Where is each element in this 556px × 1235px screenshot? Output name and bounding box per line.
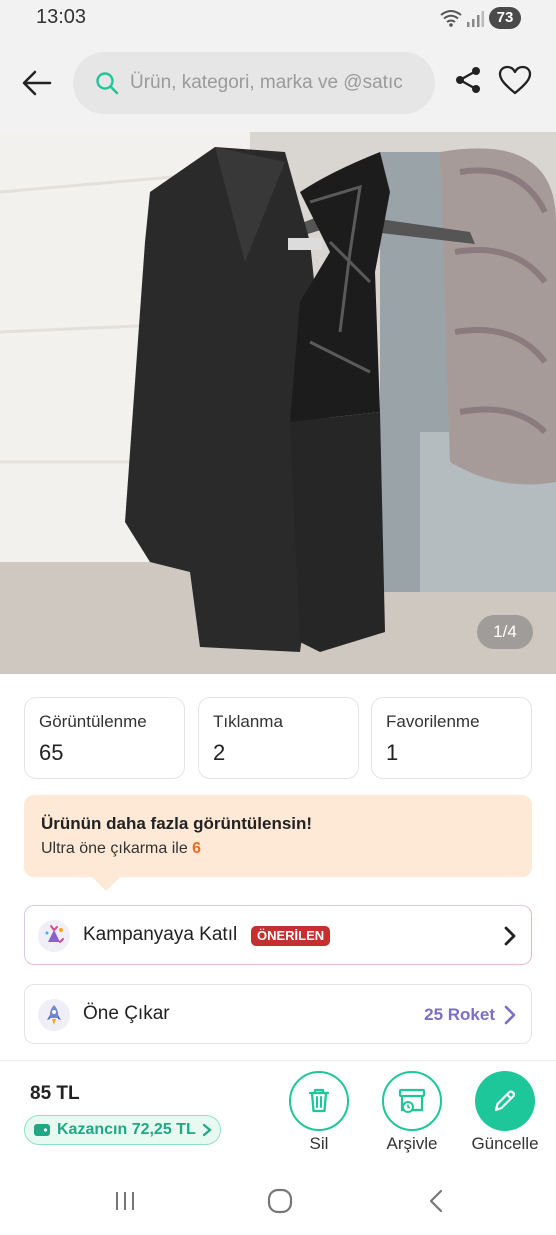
stat-card-favorites: Favorilenme 1	[371, 697, 532, 779]
bottom-action-bar: 85 TL Kazancın 72,25 TL Sil Arşivle Günc…	[0, 1060, 556, 1173]
pencil-icon	[494, 1090, 516, 1112]
promo-subtitle: Ultra öne çıkarma ile 6	[41, 840, 201, 858]
stat-label: Favorilenme	[386, 712, 480, 731]
search-placeholder: Ürün, kategori, marka ve @satıc	[130, 72, 403, 93]
stat-label: Görüntülenme	[39, 712, 147, 731]
rocket-cost: 25 Roket	[424, 1005, 495, 1024]
search-input[interactable]: Ürün, kategori, marka ve @satıc	[73, 52, 435, 114]
product-photo-image	[0, 132, 556, 674]
campaign-icon	[38, 920, 70, 952]
promo-banner: Ürünün daha fazla görüntülensin! Ultra ö…	[24, 795, 532, 877]
search-icon	[96, 72, 119, 95]
back-arrow-icon[interactable]	[20, 66, 54, 100]
delete-button[interactable]	[289, 1071, 349, 1131]
wifi-icon	[440, 10, 462, 27]
battery-indicator: 73	[489, 7, 521, 29]
recent-apps-icon[interactable]	[113, 1190, 137, 1212]
stat-card-views: Görüntülenme 65	[24, 697, 185, 779]
status-time: 13:03	[36, 6, 87, 28]
chevron-right-icon	[504, 926, 516, 946]
update-label: Güncelle	[471, 1134, 539, 1153]
boost-label: Öne Çıkar	[83, 1003, 170, 1024]
image-counter: 1/4	[477, 615, 533, 649]
stat-value: 1	[386, 740, 399, 765]
recommended-badge: ÖNERİLEN	[251, 926, 331, 946]
stat-label: Tıklanma	[213, 712, 283, 731]
top-app-bar: Ürün, kategori, marka ve @satıc	[0, 38, 556, 132]
trash-icon	[308, 1088, 330, 1113]
archive-button[interactable]	[382, 1071, 442, 1131]
product-photo[interactable]: 1/4	[0, 132, 556, 674]
earnings-chip[interactable]: Kazancın 72,25 TL	[24, 1115, 221, 1145]
delete-label: Sil	[309, 1134, 329, 1153]
campaign-label: Kampanyaya Katıl	[83, 924, 238, 945]
home-icon[interactable]	[266, 1187, 294, 1215]
archive-icon	[398, 1088, 426, 1113]
price-label: 85 TL	[30, 1083, 80, 1104]
archive-label: Arşivle	[386, 1134, 438, 1153]
earnings-text: Kazancın 72,25 TL	[57, 1121, 196, 1138]
stat-card-clicks: Tıklanma 2	[198, 697, 359, 779]
promo-title: Ürünün daha fazla görüntülensin!	[41, 814, 313, 833]
promo-pointer	[92, 877, 120, 891]
join-campaign-button[interactable]: Kampanyaya Katıl ÖNERİLEN	[24, 905, 532, 965]
system-nav-bar	[0, 1172, 556, 1235]
chevron-right-icon	[202, 1123, 212, 1137]
wallet-icon	[34, 1124, 50, 1136]
share-icon[interactable]	[452, 64, 484, 96]
update-button[interactable]	[475, 1071, 535, 1131]
stat-value: 65	[39, 740, 64, 765]
heart-icon[interactable]	[498, 65, 532, 95]
promo-subtitle-text: Ultra öne çıkarma ile	[41, 840, 188, 857]
rocket-icon	[38, 999, 70, 1031]
signal-icon	[467, 11, 484, 27]
back-nav-icon[interactable]	[426, 1188, 446, 1214]
promo-number: 6	[192, 840, 202, 857]
boost-listing-button[interactable]: Öne Çıkar 25 Roket	[24, 984, 532, 1044]
status-bar: 13:03 73	[0, 0, 556, 38]
chevron-right-icon	[504, 1005, 516, 1025]
stat-value: 2	[213, 740, 226, 765]
